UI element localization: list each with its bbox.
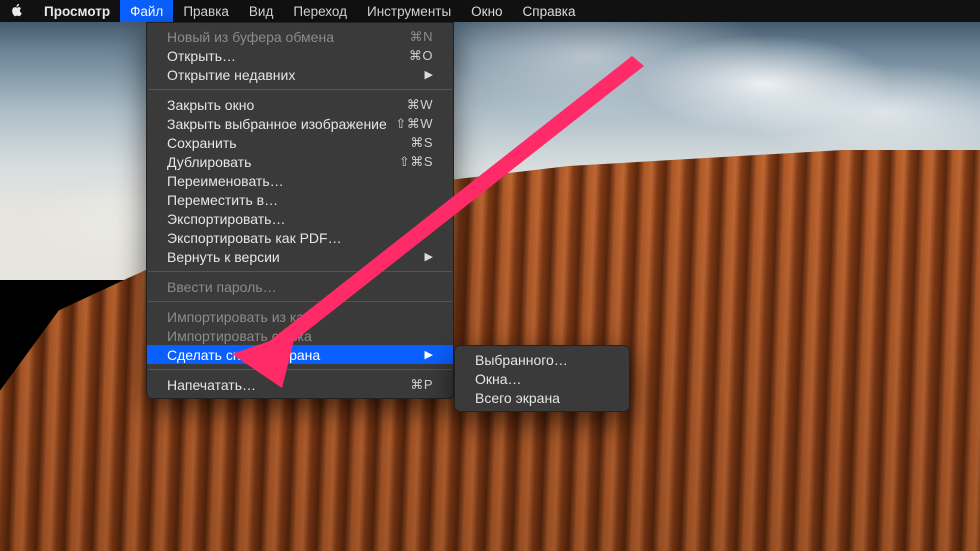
file-menu-item-10[interactable]: Экспортировать… [147,209,453,228]
menu-1[interactable]: Правка [173,0,239,22]
menu-item-shortcut: ⇧⌘S [399,154,433,170]
menubar: Просмотр ФайлПравкаВидПереходИнструменты… [0,0,980,22]
menu-item-shortcut: ⌘P [410,377,433,393]
file-menu-dropdown: Новый из буфера обмена⌘NОткрыть…⌘OОткрыт… [146,22,454,399]
menu-separator [148,369,452,370]
file-menu-item-18[interactable]: Сделать снимок экрана▶ [147,345,453,364]
menu-item-label: Закрыть окно [167,97,407,113]
menu-item-label: Сохранить [167,135,410,151]
menu-separator [148,89,452,90]
menu-item-shortcut: ⇧⌘W [395,116,433,132]
file-menu-item-20[interactable]: Напечатать…⌘P [147,375,453,394]
file-menu-item-8[interactable]: Переименовать… [147,171,453,190]
chevron-right-icon: ▶ [425,68,433,81]
menu-item-shortcut: ⌘S [410,135,433,151]
chevron-right-icon: ▶ [425,250,433,263]
menu-item-label: Новый из буфера обмена [167,29,410,45]
apple-icon [10,3,24,20]
file-menu-item-4[interactable]: Закрыть окно⌘W [147,95,453,114]
menu-item-label: Дублировать [167,154,399,170]
app-name[interactable]: Просмотр [34,0,120,22]
file-menu-item-6[interactable]: Сохранить⌘S [147,133,453,152]
screenshot-submenu: Выбранного… Окна… Всего экрана [454,345,630,412]
screenshot-submenu-item-0[interactable]: Выбранного… [455,350,629,369]
menu-item-label: Всего экрана [475,390,609,406]
menu-item-label: Импортировать со ска [167,328,433,344]
screenshot-submenu-item-1[interactable]: Окна… [455,369,629,388]
menu-4[interactable]: Инструменты [357,0,461,22]
menu-item-shortcut: ⌘N [410,29,433,45]
menu-item-label: Напечатать… [167,377,410,393]
menu-item-label: Окна… [475,371,609,387]
menu-item-shortcut: ⌘W [407,97,433,113]
chevron-right-icon: ▶ [425,348,433,361]
file-menu-item-14: Ввести пароль… [147,277,453,296]
file-menu-item-17: Импортировать со ска [147,326,453,345]
menu-separator [148,301,452,302]
menu-item-label: Закрыть выбранное изображение [167,116,395,132]
menu-6[interactable]: Справка [513,0,586,22]
menu-item-label: Экспортировать… [167,211,433,227]
menu-separator [148,271,452,272]
menu-item-label: Сделать снимок экрана [167,347,425,363]
menu-2[interactable]: Вид [239,0,283,22]
menu-item-label: Вернуть к версии [167,249,425,265]
menu-item-label: Выбранного… [475,352,609,368]
file-menu-item-0: Новый из буфера обмена⌘N [147,27,453,46]
screenshot-submenu-item-2[interactable]: Всего экрана [455,388,629,407]
file-menu-item-9[interactable]: Переместить в… [147,190,453,209]
menu-item-label: Открыть… [167,48,409,64]
menu-item-label: Ввести пароль… [167,279,433,295]
file-menu-item-2[interactable]: Открытие недавних▶ [147,65,453,84]
menu-item-label: Переименовать… [167,173,433,189]
menu-item-label: Импортировать из кам [167,309,433,325]
menu-item-label: Экспортировать как PDF… [167,230,433,246]
menu-0[interactable]: Файл [120,0,173,22]
file-menu-item-1[interactable]: Открыть…⌘O [147,46,453,65]
file-menu-item-11[interactable]: Экспортировать как PDF… [147,228,453,247]
menu-item-shortcut: ⌘O [409,48,433,64]
menu-item-label: Открытие недавних [167,67,425,83]
menu-5[interactable]: Окно [461,0,512,22]
apple-menu[interactable] [0,0,34,22]
file-menu-item-7[interactable]: Дублировать⇧⌘S [147,152,453,171]
menu-item-label: Переместить в… [167,192,433,208]
file-menu-item-16: Импортировать из кам [147,307,453,326]
file-menu-item-5[interactable]: Закрыть выбранное изображение⇧⌘W [147,114,453,133]
file-menu-item-12[interactable]: Вернуть к версии▶ [147,247,453,266]
menu-3[interactable]: Переход [283,0,357,22]
